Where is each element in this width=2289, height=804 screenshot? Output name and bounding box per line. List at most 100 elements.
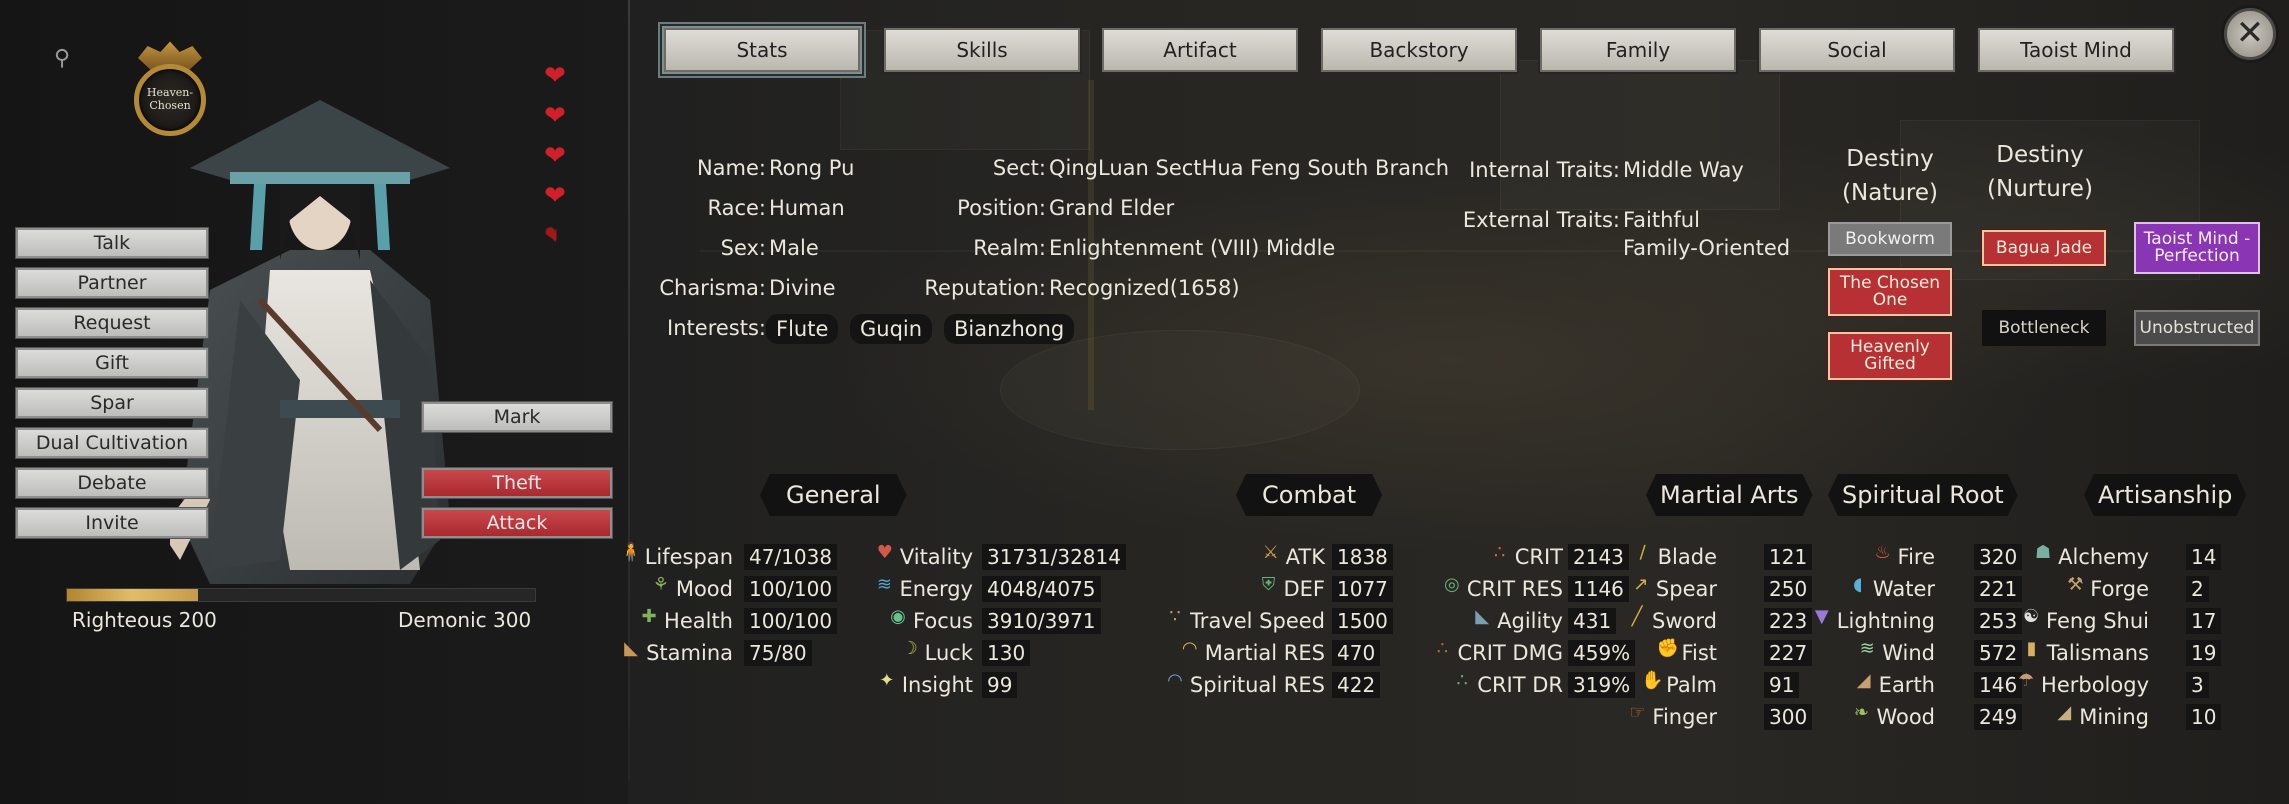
internal-traits-label: Internal Traits: xyxy=(1469,158,1620,182)
spiritual-root-heading: Spiritual Root xyxy=(1828,474,2018,516)
destiny-tag-bagua-jade[interactable]: Bagua Jade xyxy=(1981,229,2107,267)
general-heading: General xyxy=(760,474,907,516)
destiny-tag-heavenly-gifted[interactable]: Heavenly Gifted xyxy=(1827,331,1953,381)
tab-stats[interactable]: Stats xyxy=(662,26,862,74)
stat-value: 19 xyxy=(2186,640,2222,666)
heart-icon: ❤ xyxy=(544,181,566,211)
tab-artifact[interactable]: Artifact xyxy=(1100,26,1300,74)
tab-backstory[interactable]: Backstory xyxy=(1319,26,1519,74)
sect-label: Sect: xyxy=(992,156,1046,180)
magnifier-icon[interactable]: ⚲ xyxy=(54,46,80,72)
stat-row: ☗ Alchemy 14 xyxy=(0,542,2222,572)
tab-skills[interactable]: Skills xyxy=(882,26,1082,74)
spar-button[interactable]: Spar xyxy=(15,387,209,419)
sex-label: Sex: xyxy=(720,236,766,260)
destiny-nature-heading-1: Destiny xyxy=(1846,146,1934,172)
attack-button[interactable]: Attack xyxy=(421,507,613,539)
reputation-label: Reputation: xyxy=(924,276,1046,300)
alignment-bar xyxy=(66,588,536,602)
interest-chip: Bianzhong xyxy=(944,314,1075,344)
stat-label: Herbology xyxy=(2041,673,2149,697)
gift-button[interactable]: Gift xyxy=(15,347,209,379)
interest-chip: Flute xyxy=(766,314,839,344)
stat-label: Fist xyxy=(1681,641,1717,665)
name-value: Rong Pu xyxy=(769,156,855,180)
destiny-tag-bottleneck[interactable]: Bottleneck xyxy=(1982,310,2106,346)
stat-row: ☯ Feng Shui 17 xyxy=(0,606,2222,636)
character-stats-window: ⚲ Heaven-Chosen ❤ ❤ ❤ ❤ ❤ Talk Partner R… xyxy=(0,0,2289,804)
stat-label: Feng Shui xyxy=(2046,609,2149,633)
stat-value: 3910/3971 xyxy=(982,608,1101,634)
stat-value: 130 xyxy=(982,640,1031,666)
stat-value: 14 xyxy=(2186,544,2222,570)
stat-label: Health xyxy=(664,609,733,633)
external-traits-label: External Traits: xyxy=(1462,208,1620,232)
talk-button[interactable]: Talk xyxy=(15,227,209,259)
background-building xyxy=(1000,330,1360,450)
tab-social[interactable]: Social xyxy=(1757,26,1957,74)
mark-button[interactable]: Mark xyxy=(421,401,613,433)
stat-label: Fire xyxy=(1897,545,1935,569)
invite-button[interactable]: Invite xyxy=(15,507,209,539)
stat-label: Talismans xyxy=(2046,641,2149,665)
charisma-value: Divine xyxy=(769,276,836,300)
stat-row: ▮ Talismans 19 xyxy=(0,638,2222,668)
theft-button[interactable]: Theft xyxy=(421,467,613,499)
charisma-label: Charisma: xyxy=(659,276,766,300)
combat-heading: Combat xyxy=(1236,474,1382,516)
stat-label: Vitality xyxy=(899,545,973,569)
hearts: ❤ ❤ ❤ ❤ ❤ xyxy=(540,56,574,256)
heart-icon: ❤ xyxy=(544,141,566,171)
martial-arts-heading: Martial Arts xyxy=(1646,474,1813,516)
position-label: Position: xyxy=(957,196,1046,220)
internal-traits-value: Middle Way xyxy=(1623,158,1744,182)
destiny-tag-chosen-one[interactable]: The Chosen One xyxy=(1827,267,1953,317)
half-heart-icon: ❤ xyxy=(544,221,566,251)
stat-value: 10 xyxy=(2186,704,2222,730)
destiny-tag-unobstructed[interactable]: Unobstructed xyxy=(2134,310,2260,346)
partner-button[interactable]: Partner xyxy=(15,267,209,299)
stat-label: ATK xyxy=(1285,545,1325,569)
stat-label: Martial RES xyxy=(1204,641,1325,665)
debate-button[interactable]: Debate xyxy=(15,467,209,499)
destiny-tag-taoist-mind[interactable]: Taoist Mind - Perfection xyxy=(2134,222,2260,274)
stat-label: Blade xyxy=(1657,545,1717,569)
stat-label: Spiritual RES xyxy=(1189,673,1325,697)
tab-family[interactable]: Family xyxy=(1538,26,1738,74)
tab-taoist-mind[interactable]: Taoist Mind xyxy=(1976,26,2176,74)
external-trait-2: Family-Oriented xyxy=(1623,236,1791,260)
realm-label: Realm: xyxy=(973,236,1046,260)
stat-label: Energy xyxy=(899,577,973,601)
stat-label: Alchemy xyxy=(2058,545,2149,569)
demonic-label: Demonic 300 xyxy=(398,608,532,632)
stat-label: Wind xyxy=(1882,641,1935,665)
stat-label: Finger xyxy=(1652,705,1717,729)
stat-value: 2 xyxy=(2186,576,2209,602)
dual-cultivation-button[interactable]: Dual Cultivation xyxy=(15,427,209,459)
stat-label: Lightning xyxy=(1836,609,1935,633)
race-value: Human xyxy=(769,196,845,220)
stat-label: Mining xyxy=(2079,705,2149,729)
race-label: Race: xyxy=(707,196,766,220)
stat-row: ⚒ Forge 2 xyxy=(0,574,2209,604)
stat-label: Stamina xyxy=(646,641,733,665)
stat-label: Sword xyxy=(1652,609,1717,633)
stat-row: ◢ Mining 10 xyxy=(0,702,2222,732)
request-button[interactable]: Request xyxy=(15,307,209,339)
stat-value: 3 xyxy=(2186,672,2209,698)
stat-label: Water xyxy=(1872,577,1935,601)
sex-value: Male xyxy=(769,236,819,260)
stat-label: Mood xyxy=(675,577,733,601)
destiny-nature-heading-2: (Nature) xyxy=(1842,180,1938,206)
artisanship-heading: Artisanship xyxy=(2084,474,2246,516)
righteous-fill xyxy=(67,589,199,601)
stat-label: Spear xyxy=(1655,577,1717,601)
heart-icon: ❤ xyxy=(544,101,566,131)
destiny-tag-bookworm[interactable]: Bookworm xyxy=(1828,222,1952,256)
stat-label: Focus xyxy=(913,609,973,633)
destiny-nurture-heading-2: (Nurture) xyxy=(1987,176,2093,202)
interest-chip: Guqin xyxy=(850,314,933,344)
stat-value: 4048/4075 xyxy=(982,576,1101,602)
stat-value: 31731/32814 xyxy=(982,544,1126,570)
close-x-icon[interactable]: ✕ xyxy=(2224,8,2276,60)
